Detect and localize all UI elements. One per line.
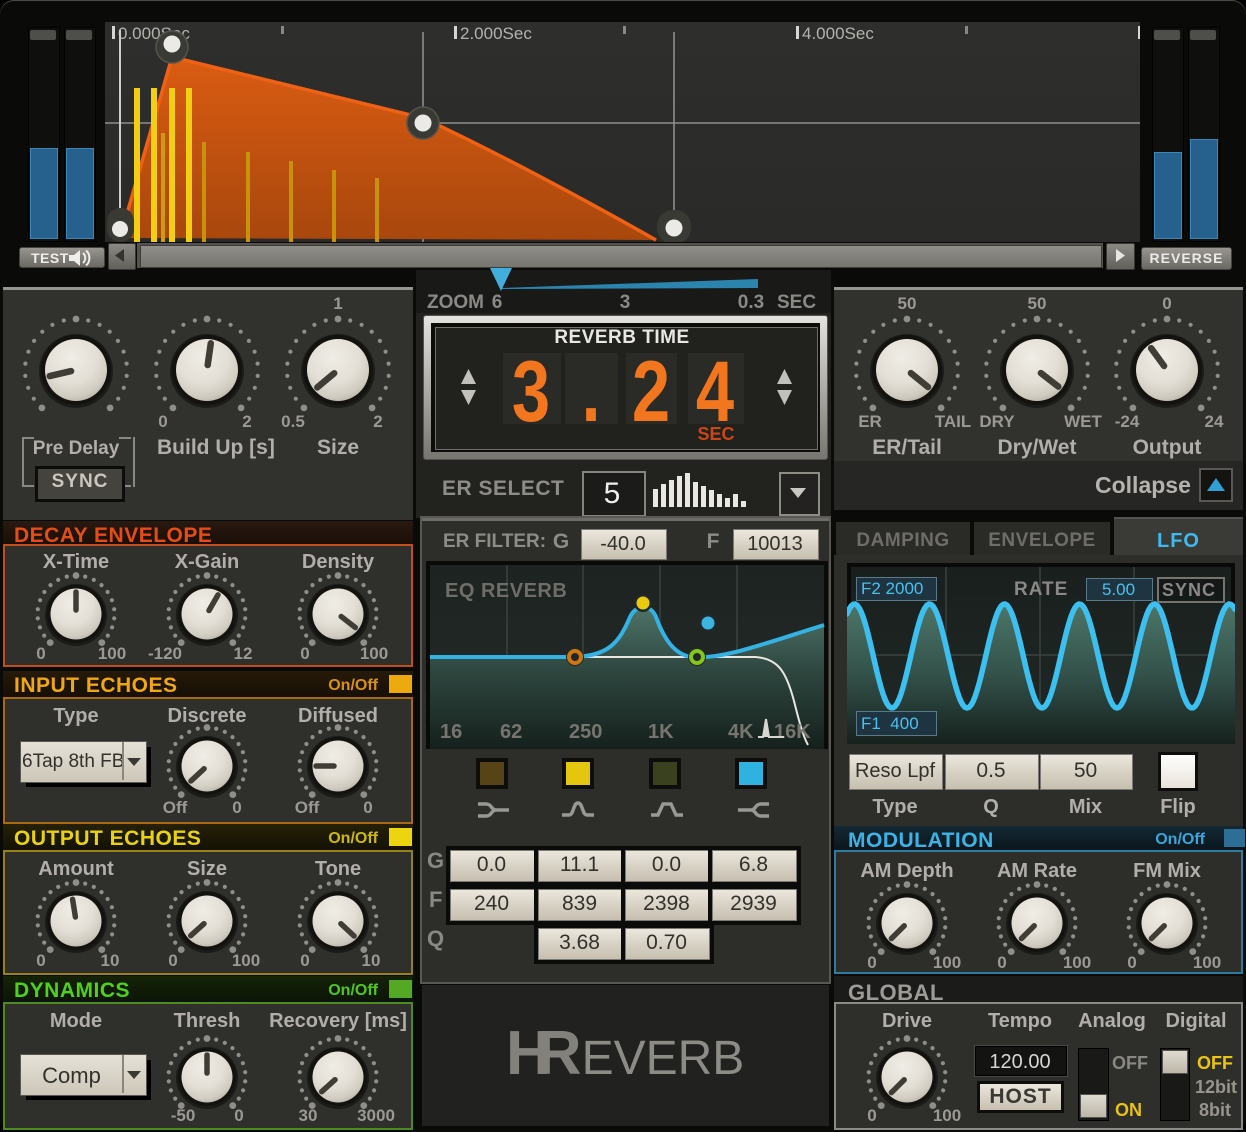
svg-text:EQ REVERB: EQ REVERB	[445, 580, 567, 602]
svg-text:250: 250	[569, 721, 602, 743]
svg-text:16K: 16K	[774, 721, 811, 743]
svg-text:4K: 4K	[728, 721, 754, 743]
svg-text:4.000Sec: 4.000Sec	[802, 24, 874, 43]
svg-text:2.000Sec: 2.000Sec	[460, 24, 532, 43]
svg-text:62: 62	[500, 721, 522, 743]
svg-text:16: 16	[440, 721, 462, 743]
svg-text:1K: 1K	[648, 721, 674, 743]
